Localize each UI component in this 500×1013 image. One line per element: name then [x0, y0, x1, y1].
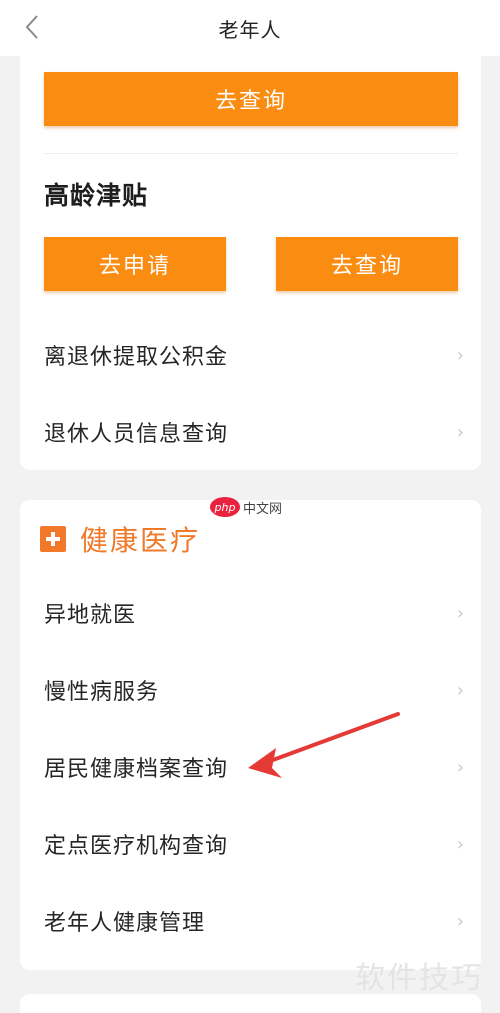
allowance-query-button[interactable]: 去查询 — [276, 237, 458, 291]
skill-watermark: 软件技巧 — [355, 961, 483, 996]
chevron-right-icon: › — [456, 344, 464, 366]
php-watermark-text: 中文网 — [243, 501, 283, 517]
health-header: 健康医疗 — [40, 518, 200, 560]
chevron-right-icon: › — [456, 679, 464, 701]
list-item-label: 异地就医 — [44, 603, 137, 628]
list-item-label: 居民健康档案查询 — [44, 757, 229, 782]
list-item-label: 老年人健康管理 — [44, 911, 206, 936]
list-item-label: 退休人员信息查询 — [44, 422, 229, 447]
php-logo: php — [210, 497, 240, 517]
allowance-section-title: 高龄津贴 — [44, 181, 149, 210]
list-item-elderly-health[interactable]: 老年人健康管理 › — [44, 891, 464, 951]
app-page: 老年人 去查询 高龄津贴 去申请 去查询 离退休提取公积金 › 退休人员信息查询… — [0, 0, 500, 1013]
list-item-chronic-disease[interactable]: 慢性病服务 › — [44, 660, 464, 720]
list-item-label: 定点医疗机构查询 — [44, 834, 229, 859]
health-section-title: 健康医疗 — [80, 524, 201, 557]
list-item-retiree-info[interactable]: 退休人员信息查询 › — [44, 402, 464, 462]
list-item-label: 慢性病服务 — [44, 680, 160, 705]
list-item-medical-institutions[interactable]: 定点医疗机构查询 › — [44, 814, 464, 874]
list-item-label: 离退休提取公积金 — [44, 345, 229, 370]
health-card: 健康医疗 异地就医 › 慢性病服务 › 居民健康档案查询 › 定点医疗机构查询 … — [20, 500, 481, 970]
chevron-right-icon: › — [456, 421, 464, 443]
divider — [44, 153, 458, 154]
chevron-left-icon — [25, 15, 38, 39]
apply-button[interactable]: 去申请 — [44, 237, 226, 291]
chevron-right-icon: › — [456, 833, 464, 855]
chevron-right-icon: › — [456, 756, 464, 778]
list-item-health-record[interactable]: 居民健康档案查询 › — [44, 737, 464, 797]
query-button-top[interactable]: 去查询 — [44, 72, 458, 126]
chevron-right-icon: › — [456, 602, 464, 624]
list-item-retirement-fund[interactable]: 离退休提取公积金 › — [44, 325, 464, 385]
elderly-services-card: 去查询 高龄津贴 去申请 去查询 离退休提取公积金 › 退休人员信息查询 › — [20, 56, 481, 470]
chevron-right-icon: › — [456, 910, 464, 932]
plus-box-icon — [40, 526, 66, 552]
back-button[interactable] — [18, 12, 46, 42]
page-title: 老年人 — [218, 17, 282, 42]
list-item-remote-medical[interactable]: 异地就医 › — [44, 583, 464, 643]
php-watermark: php 中文网 — [210, 494, 282, 520]
nav-bar: 老年人 — [0, 0, 500, 56]
